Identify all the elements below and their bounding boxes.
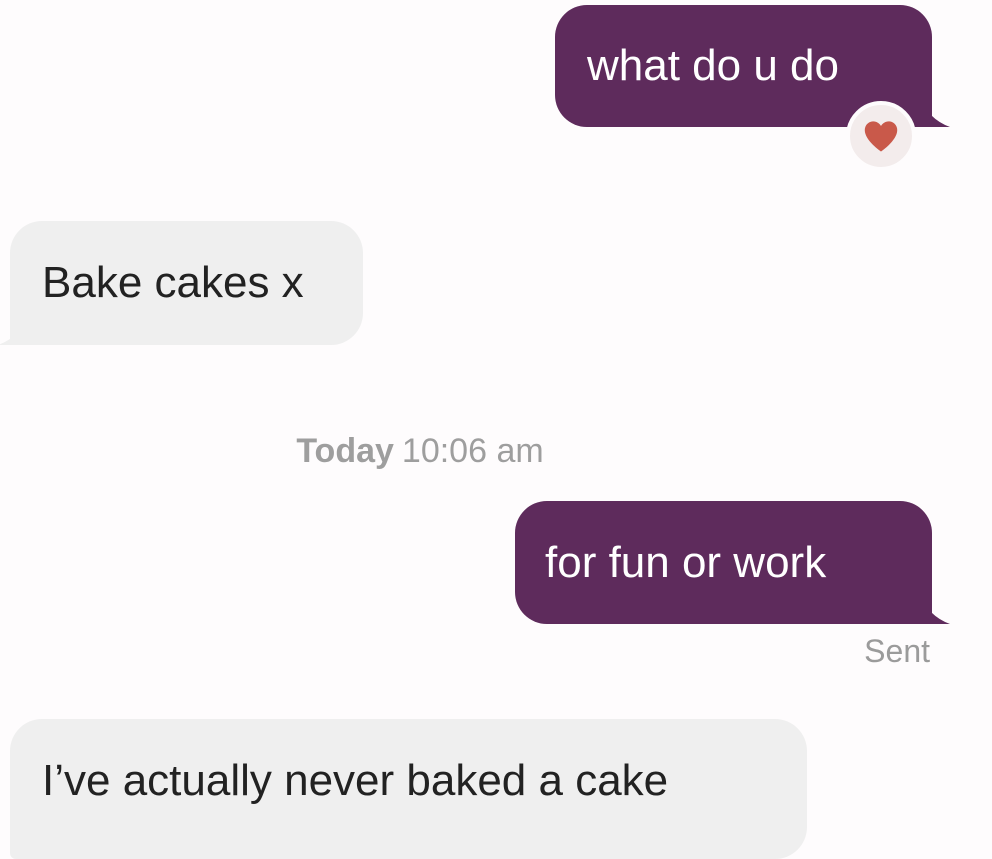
message-text: I’ve actually never baked a cake: [42, 756, 669, 805]
timestamp-day: Today: [296, 432, 394, 470]
message-bubble-incoming[interactable]: Bake cakes x: [0, 221, 363, 345]
reaction-badge[interactable]: [846, 101, 916, 171]
heart-icon: [864, 121, 898, 152]
message-bubble-outgoing[interactable]: for fun or work: [515, 501, 950, 624]
chat-thread: what do u do Bake cakes x Today 10:06 am …: [0, 0, 992, 859]
message-bubble-incoming[interactable]: I’ve actually never baked a cake: [10, 719, 807, 859]
message-text: for fun or work: [545, 537, 827, 587]
bubble-tail: [0, 315, 28, 345]
message-text: what do u do: [587, 41, 839, 90]
bubble-tail: [920, 97, 950, 127]
timestamp-time: 10:06 am: [401, 432, 544, 470]
delivery-status: Sent: [864, 633, 930, 669]
timestamp-divider: Today 10:06 am: [0, 432, 840, 471]
bubble-tail: [920, 594, 950, 624]
message-text: Bake cakes x: [42, 258, 304, 307]
